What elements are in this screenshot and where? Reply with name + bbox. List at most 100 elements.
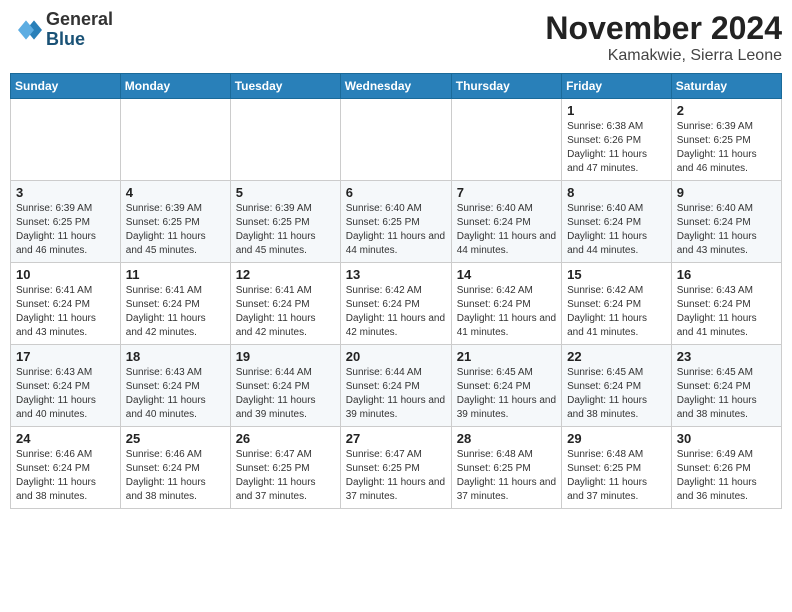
calendar-cell: 4Sunrise: 6:39 AM Sunset: 6:25 PM Daylig…: [120, 181, 230, 263]
day-number: 28: [457, 431, 556, 446]
calendar-cell: [340, 99, 451, 181]
day-info: Sunrise: 6:39 AM Sunset: 6:25 PM Dayligh…: [236, 202, 335, 258]
day-number: 6: [346, 185, 446, 200]
month-title: November 2024: [545, 10, 782, 47]
calendar-cell: 8 Sunrise: 6:40 AM Sunset: 6:24 PM Daylig…: [562, 181, 672, 263]
day-number: 3: [16, 185, 115, 200]
day-number: 9: [677, 185, 776, 200]
page-header: General Blue November 2024 Kamakwie, Sie…: [10, 10, 782, 65]
title-block: November 2024 Kamakwie, Sierra Leone: [545, 10, 782, 65]
day-info: Sunrise: 6:42 AM Sunset: 6:24 PM Dayligh…: [457, 284, 556, 340]
weekday-header-tuesday: Tuesday: [230, 74, 340, 99]
day-number: 10: [16, 267, 115, 282]
day-info: Sunrise: 6:40 AM Sunset: 6:25 PM Dayligh…: [346, 202, 446, 258]
day-number: 8: [567, 185, 666, 200]
calendar-cell: [230, 99, 340, 181]
day-info: Sunrise: 6:40 AM Sunset: 6:24 PM Dayligh…: [457, 202, 556, 258]
day-info: Sunrise: 6:42 AM Sunset: 6:24 PM Dayligh…: [567, 284, 666, 340]
calendar-cell: 11 Sunrise: 6:41 AM Sunset: 6:24 PM Dayli…: [120, 263, 230, 345]
weekday-header-thursday: Thursday: [451, 74, 561, 99]
day-number: 30: [677, 431, 776, 446]
day-info: Sunrise: 6:45 AM Sunset: 6:24 PM Dayligh…: [457, 366, 556, 422]
day-info: Sunrise: 6:40 AM Sunset: 6:24 PM Dayligh…: [567, 202, 666, 258]
day-info: Sunrise: 6:45 AM Sunset: 6:24 PM Dayligh…: [677, 366, 776, 422]
calendar-cell: 3 Sunrise: 6:39 AM Sunset: 6:25 PM Daylig…: [11, 181, 121, 263]
calendar-cell: 14 Sunrise: 6:42 AM Sunset: 6:24 PM Dayli…: [451, 263, 561, 345]
day-number: 27: [346, 431, 446, 446]
day-info: Sunrise: 6:42 AM Sunset: 6:24 PM Dayligh…: [346, 284, 446, 340]
day-info: Sunrise: 6:39 AM Sunset: 6:25 PM Dayligh…: [16, 202, 115, 258]
day-info: Sunrise: 6:41 AM Sunset: 6:24 PM Dayligh…: [126, 284, 225, 340]
calendar-cell: 25Sunrise: 6:46 AM Sunset: 6:24 PM Dayli…: [120, 427, 230, 509]
calendar-cell: 28 Sunrise: 6:48 AM Sunset: 6:25 PM Dayli…: [451, 427, 561, 509]
day-info: Sunrise: 6:49 AM Sunset: 6:26 PM Dayligh…: [677, 448, 776, 504]
calendar-cell: 16Sunrise: 6:43 AM Sunset: 6:24 PM Dayli…: [671, 263, 781, 345]
calendar-cell: 12 Sunrise: 6:41 AM Sunset: 6:24 PM Dayli…: [230, 263, 340, 345]
day-number: 21: [457, 349, 556, 364]
weekday-header-sunday: Sunday: [11, 74, 121, 99]
calendar-cell: 1 Sunrise: 6:38 AM Sunset: 6:26 PM Daylig…: [562, 99, 672, 181]
calendar-cell: 26 Sunrise: 6:47 AM Sunset: 6:25 PM Dayli…: [230, 427, 340, 509]
day-number: 19: [236, 349, 335, 364]
calendar-cell: 7Sunrise: 6:40 AM Sunset: 6:24 PM Daylig…: [451, 181, 561, 263]
calendar-cell: 19 Sunrise: 6:44 AM Sunset: 6:24 PM Dayli…: [230, 345, 340, 427]
day-info: Sunrise: 6:47 AM Sunset: 6:25 PM Dayligh…: [236, 448, 335, 504]
calendar-cell: 9 Sunrise: 6:40 AM Sunset: 6:24 PM Daylig…: [671, 181, 781, 263]
day-info: Sunrise: 6:43 AM Sunset: 6:24 PM Dayligh…: [16, 366, 115, 422]
calendar-cell: 20 Sunrise: 6:44 AM Sunset: 6:24 PM Dayli…: [340, 345, 451, 427]
day-info: Sunrise: 6:41 AM Sunset: 6:24 PM Dayligh…: [236, 284, 335, 340]
day-number: 12: [236, 267, 335, 282]
calendar-cell: 17 Sunrise: 6:43 AM Sunset: 6:24 PM Dayli…: [11, 345, 121, 427]
calendar-cell: [120, 99, 230, 181]
day-number: 22: [567, 349, 666, 364]
calendar-cell: 29Sunrise: 6:48 AM Sunset: 6:25 PM Dayli…: [562, 427, 672, 509]
day-number: 5: [236, 185, 335, 200]
calendar-cell: 5 Sunrise: 6:39 AM Sunset: 6:25 PM Daylig…: [230, 181, 340, 263]
day-number: 1: [567, 103, 666, 118]
calendar-cell: 27 Sunrise: 6:47 AM Sunset: 6:25 PM Dayli…: [340, 427, 451, 509]
day-number: 4: [126, 185, 225, 200]
day-number: 17: [16, 349, 115, 364]
calendar-cell: 21 Sunrise: 6:45 AM Sunset: 6:24 PM Dayli…: [451, 345, 561, 427]
day-number: 2: [677, 103, 776, 118]
calendar-cell: 18 Sunrise: 6:43 AM Sunset: 6:24 PM Dayli…: [120, 345, 230, 427]
weekday-header-saturday: Saturday: [671, 74, 781, 99]
day-number: 29: [567, 431, 666, 446]
calendar-cell: [451, 99, 561, 181]
day-info: Sunrise: 6:44 AM Sunset: 6:24 PM Dayligh…: [236, 366, 335, 422]
day-info: Sunrise: 6:43 AM Sunset: 6:24 PM Dayligh…: [677, 284, 776, 340]
day-info: Sunrise: 6:47 AM Sunset: 6:25 PM Dayligh…: [346, 448, 446, 504]
day-info: Sunrise: 6:38 AM Sunset: 6:26 PM Dayligh…: [567, 120, 666, 176]
logo-icon: [10, 14, 42, 46]
day-number: 20: [346, 349, 446, 364]
day-info: Sunrise: 6:40 AM Sunset: 6:24 PM Dayligh…: [677, 202, 776, 258]
day-number: 11: [126, 267, 225, 282]
calendar-cell: 6 Sunrise: 6:40 AM Sunset: 6:25 PM Daylig…: [340, 181, 451, 263]
calendar-cell: 22 Sunrise: 6:45 AM Sunset: 6:24 PM Dayli…: [562, 345, 672, 427]
weekday-header-wednesday: Wednesday: [340, 74, 451, 99]
day-number: 18: [126, 349, 225, 364]
weekday-header-friday: Friday: [562, 74, 672, 99]
calendar-cell: 23 Sunrise: 6:45 AM Sunset: 6:24 PM Dayli…: [671, 345, 781, 427]
calendar-cell: 30 Sunrise: 6:49 AM Sunset: 6:26 PM Dayli…: [671, 427, 781, 509]
day-number: 23: [677, 349, 776, 364]
calendar-cell: 15 Sunrise: 6:42 AM Sunset: 6:24 PM Dayli…: [562, 263, 672, 345]
location: Kamakwie, Sierra Leone: [545, 47, 782, 65]
day-number: 26: [236, 431, 335, 446]
logo: General Blue: [10, 10, 113, 50]
calendar: SundayMondayTuesdayWednesdayThursdayFrid…: [10, 73, 782, 509]
day-info: Sunrise: 6:41 AM Sunset: 6:24 PM Dayligh…: [16, 284, 115, 340]
calendar-cell: 10 Sunrise: 6:41 AM Sunset: 6:24 PM Dayli…: [11, 263, 121, 345]
day-info: Sunrise: 6:48 AM Sunset: 6:25 PM Dayligh…: [457, 448, 556, 504]
day-info: Sunrise: 6:44 AM Sunset: 6:24 PM Dayligh…: [346, 366, 446, 422]
day-number: 15: [567, 267, 666, 282]
day-info: Sunrise: 6:43 AM Sunset: 6:24 PM Dayligh…: [126, 366, 225, 422]
day-info: Sunrise: 6:45 AM Sunset: 6:24 PM Dayligh…: [567, 366, 666, 422]
calendar-cell: 24Sunrise: 6:46 AM Sunset: 6:24 PM Dayli…: [11, 427, 121, 509]
day-info: Sunrise: 6:46 AM Sunset: 6:24 PM Dayligh…: [16, 448, 115, 504]
day-number: 13: [346, 267, 446, 282]
day-number: 14: [457, 267, 556, 282]
calendar-cell: [11, 99, 121, 181]
day-number: 25: [126, 431, 225, 446]
day-info: Sunrise: 6:39 AM Sunset: 6:25 PM Dayligh…: [677, 120, 776, 176]
